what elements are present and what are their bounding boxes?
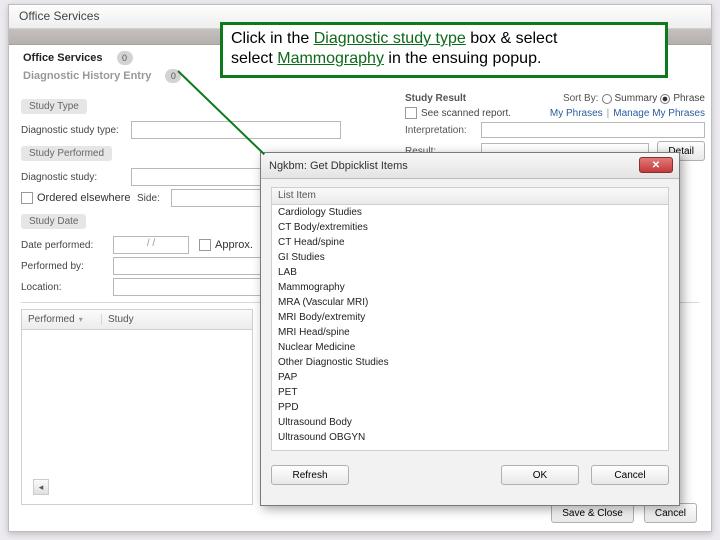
- list-item[interactable]: Ultrasound OBGYN: [272, 430, 668, 445]
- list-item[interactable]: PPD: [272, 400, 668, 415]
- callout-text-2b: in the ensuing popup.: [384, 50, 541, 67]
- sort-summary-label: Summary: [615, 93, 658, 104]
- list-item[interactable]: GI Studies: [272, 250, 668, 265]
- location-input[interactable]: [113, 278, 263, 296]
- my-phrases-link[interactable]: My Phrases: [550, 108, 603, 119]
- ordered-elsewhere-checkbox[interactable]: [21, 192, 33, 204]
- sort-summary-radio[interactable]: [602, 94, 612, 104]
- callout-text-2pre: select: [231, 50, 277, 67]
- approx-checkbox[interactable]: [199, 239, 211, 251]
- tab-office-services-badge: 0: [117, 51, 133, 65]
- grid-header: Performed ▾ Study: [21, 309, 253, 329]
- list-item[interactable]: Mammography: [272, 280, 668, 295]
- ordered-elsewhere-label: Ordered elsewhere: [37, 192, 137, 204]
- interpretation-input[interactable]: [481, 122, 705, 138]
- sort-phrase-radio[interactable]: [660, 94, 670, 104]
- sort-icon[interactable]: ▾: [79, 315, 83, 324]
- picklist[interactable]: Cardiology StudiesCT Body/extremitiesCT …: [271, 205, 669, 451]
- list-item[interactable]: MRI Head/spine: [272, 325, 668, 340]
- see-scanned-label: See scanned report.: [421, 108, 511, 119]
- approx-label: Approx.: [215, 239, 253, 251]
- list-item[interactable]: Other Diagnostic Studies: [272, 355, 668, 370]
- callout-underline-2: Mammography: [277, 50, 384, 67]
- section-study-performed: Study Performed: [21, 146, 112, 161]
- callout-text-1a: Click in the: [231, 30, 314, 47]
- callout-underline-1: Diagnostic study type: [314, 30, 466, 47]
- picklist-header: List Item: [271, 187, 669, 205]
- sortby-label: Sort By:: [563, 93, 599, 104]
- see-scanned-checkbox[interactable]: [405, 107, 417, 119]
- manage-phrases-link[interactable]: Manage My Phrases: [613, 108, 705, 119]
- date-performed-label: Date performed:: [21, 240, 113, 251]
- list-item[interactable]: Cardiology Studies: [272, 205, 668, 220]
- dialog-title: Ngkbm: Get Dbpicklist Items: [269, 160, 408, 172]
- diag-study-type-label: Diagnostic study type:: [21, 125, 131, 136]
- grid-body[interactable]: [21, 329, 253, 505]
- list-item[interactable]: PET: [272, 385, 668, 400]
- grid-col-performed[interactable]: Performed: [28, 314, 75, 325]
- footer-buttons: Save & Close Cancel: [551, 503, 697, 523]
- instruction-callout: Click in the Diagnostic study type box &…: [220, 22, 668, 78]
- close-icon[interactable]: ✕: [639, 157, 673, 173]
- callout-text-1c: box & select: [466, 30, 558, 47]
- tab-diagnostic-history[interactable]: Diagnostic History Entry: [23, 70, 151, 82]
- side-input[interactable]: [171, 189, 261, 207]
- grid-col-study[interactable]: Study: [102, 314, 252, 325]
- study-result-label: Study Result: [405, 93, 481, 104]
- sort-phrase-label: Phrase: [673, 93, 705, 104]
- footer-cancel-button[interactable]: Cancel: [644, 503, 697, 523]
- save-close-button[interactable]: Save & Close: [551, 503, 634, 523]
- section-study-date: Study Date: [21, 214, 86, 229]
- dialog-titlebar[interactable]: Ngkbm: Get Dbpicklist Items ✕: [261, 153, 679, 179]
- performed-by-label: Performed by:: [21, 261, 113, 272]
- list-item[interactable]: CT Body/extremities: [272, 220, 668, 235]
- ok-button[interactable]: OK: [501, 465, 579, 485]
- refresh-button[interactable]: Refresh: [271, 465, 349, 485]
- side-label: Side:: [137, 193, 171, 204]
- picklist-dialog: Ngkbm: Get Dbpicklist Items ✕ List Item …: [260, 152, 680, 506]
- interpretation-label: Interpretation:: [405, 125, 481, 136]
- list-item[interactable]: LAB: [272, 265, 668, 280]
- list-item[interactable]: MRA (Vascular MRI): [272, 295, 668, 310]
- date-performed-input[interactable]: / /: [113, 236, 189, 254]
- window-title: Office Services: [19, 9, 99, 23]
- list-item[interactable]: PAP: [272, 370, 668, 385]
- section-study-type: Study Type: [21, 99, 87, 114]
- diag-study-type-input[interactable]: [131, 121, 341, 139]
- list-item[interactable]: CT Head/spine: [272, 235, 668, 250]
- tab-office-services[interactable]: Office Services: [23, 52, 103, 64]
- location-label: Location:: [21, 282, 113, 293]
- list-item[interactable]: MRI Body/extremity: [272, 310, 668, 325]
- list-item[interactable]: Ultrasound Body: [272, 415, 668, 430]
- scroll-left-icon[interactable]: ◂: [33, 479, 49, 495]
- performed-by-input[interactable]: [113, 257, 263, 275]
- cancel-button[interactable]: Cancel: [591, 465, 669, 485]
- list-item[interactable]: Nuclear Medicine: [272, 340, 668, 355]
- diag-study-label: Diagnostic study:: [21, 172, 131, 183]
